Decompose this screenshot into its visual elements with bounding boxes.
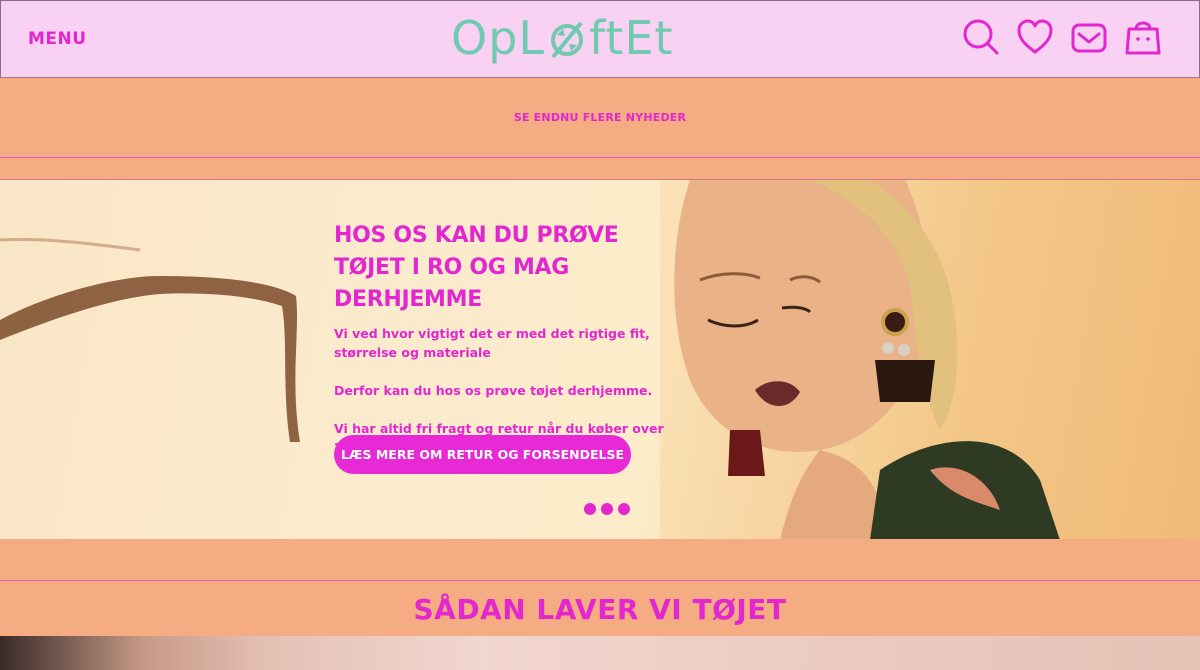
bag-icon[interactable] bbox=[1123, 13, 1163, 61]
slider-dot-3[interactable] bbox=[618, 503, 630, 515]
site-logo[interactable]: OpL ftEt bbox=[451, 7, 674, 69]
hero-paragraph-try-at-home: Derfor kan du hos os prøve tøjet derhjem… bbox=[334, 383, 653, 398]
hero-paragraph-fit: Vi ved hvor vigtigt det er med det rigti… bbox=[334, 326, 650, 360]
menu-button[interactable]: MENU bbox=[28, 29, 87, 49]
returns-info-button[interactable]: LÆS MERE OM RETUR OG FORSENDELSE bbox=[334, 435, 631, 474]
hero-banner: HOS OS KAN DU PRØVE TØJET I RO OG MAG DE… bbox=[0, 179, 1200, 539]
section-image-preview bbox=[0, 636, 1200, 670]
hero-title: HOS OS KAN DU PRØVE TØJET I RO OG MAG DE… bbox=[334, 223, 619, 312]
slider-dots bbox=[584, 503, 630, 515]
logo-recycle-o-icon bbox=[547, 15, 587, 61]
section-spacer bbox=[0, 539, 1200, 581]
slider-dot-2[interactable] bbox=[601, 503, 613, 515]
site-header: MENU OpL ftEt bbox=[0, 0, 1200, 78]
heart-icon[interactable] bbox=[1015, 13, 1055, 61]
news-bar: SE ENDNU FLERE NYHEDER bbox=[0, 78, 1200, 158]
slider-dot-1[interactable] bbox=[584, 503, 596, 515]
section-title: SÅDAN LAVER VI TØJET bbox=[413, 592, 787, 626]
logo-text-right: ftEt bbox=[589, 11, 674, 65]
more-news-link[interactable]: SE ENDNU FLERE NYHEDER bbox=[514, 111, 686, 124]
mail-icon[interactable] bbox=[1069, 13, 1109, 61]
logo-text-left: OpL bbox=[451, 11, 546, 65]
search-icon[interactable] bbox=[961, 13, 1001, 61]
